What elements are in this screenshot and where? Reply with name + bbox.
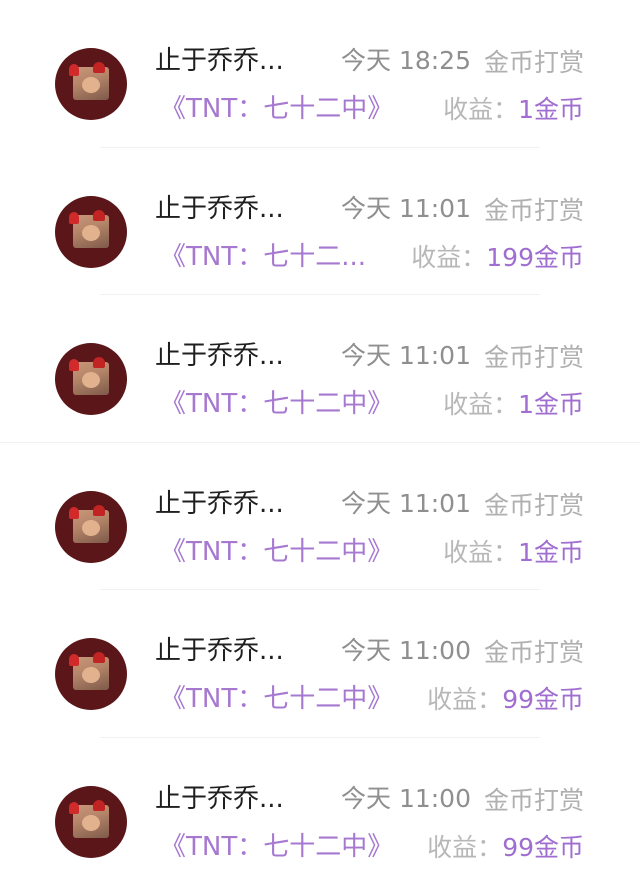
earnings-value: 1金币 bbox=[518, 95, 584, 124]
reward-type: 金币打赏 bbox=[484, 194, 584, 228]
user-name[interactable]: 止于乔乔... bbox=[155, 782, 284, 816]
avatar-hat-right bbox=[93, 357, 105, 368]
avatar-face bbox=[82, 520, 100, 536]
avatar-face bbox=[82, 77, 100, 93]
earnings-label: 收益： bbox=[443, 95, 518, 124]
list-item[interactable]: 止于乔乔... 今天 11:00 金币打赏 《TNT：七十二中》 收益：99金币 bbox=[0, 738, 640, 885]
earnings-value: 99金币 bbox=[502, 833, 584, 862]
timestamp: 今天 18:25 bbox=[341, 44, 471, 78]
list-item[interactable]: 止于乔乔... 今天 18:25 金币打赏 《TNT：七十二中》 收益：1金币 bbox=[0, 0, 640, 148]
avatar[interactable] bbox=[55, 196, 127, 268]
avatar-hat-right bbox=[93, 62, 105, 73]
list-item[interactable]: 止于乔乔... 今天 11:01 金币打赏 《TNT：七十二中》 收益：1金币 bbox=[0, 295, 640, 443]
earnings: 收益：1金币 bbox=[443, 387, 584, 423]
user-name[interactable]: 止于乔乔... bbox=[155, 487, 284, 521]
earnings-value: 199金币 bbox=[486, 243, 584, 272]
book-title-link[interactable]: 《TNT：七十二中》 bbox=[160, 534, 393, 570]
timestamp: 今天 11:00 bbox=[341, 634, 471, 668]
list-item[interactable]: 止于乔乔... 今天 11:00 金币打赏 《TNT：七十二中》 收益：99金币 bbox=[0, 590, 640, 738]
reward-type: 金币打赏 bbox=[484, 784, 584, 818]
reward-record-list: 止于乔乔... 今天 18:25 金币打赏 《TNT：七十二中》 收益：1金币 … bbox=[0, 0, 640, 885]
earnings-label: 收益： bbox=[427, 685, 502, 714]
avatar[interactable] bbox=[55, 638, 127, 710]
avatar-face bbox=[82, 667, 100, 683]
book-title-link[interactable]: 《TNT：七十二中》 bbox=[160, 681, 393, 717]
book-title-link[interactable]: 《TNT：七十二中》 bbox=[160, 829, 393, 865]
timestamp: 今天 11:01 bbox=[341, 192, 471, 226]
avatar[interactable] bbox=[55, 786, 127, 858]
user-name[interactable]: 止于乔乔... bbox=[155, 339, 284, 373]
avatar-hat-right bbox=[93, 800, 105, 811]
earnings: 收益：99金币 bbox=[427, 830, 584, 866]
timestamp: 今天 11:01 bbox=[341, 339, 471, 373]
avatar-face bbox=[82, 815, 100, 831]
reward-type: 金币打赏 bbox=[484, 46, 584, 80]
earnings: 收益：99金币 bbox=[427, 682, 584, 718]
earnings-label: 收益： bbox=[443, 390, 518, 419]
avatar-hat-left bbox=[69, 64, 79, 76]
reward-type: 金币打赏 bbox=[484, 341, 584, 375]
user-name[interactable]: 止于乔乔... bbox=[155, 192, 284, 226]
book-title-link[interactable]: 《TNT：七十二中》 bbox=[160, 91, 393, 127]
earnings-value: 1金币 bbox=[518, 390, 584, 419]
earnings-label: 收益： bbox=[443, 538, 518, 567]
list-item[interactable]: 止于乔乔... 今天 11:01 金币打赏 《TNT：七十二中》 收益：1金币 bbox=[0, 443, 640, 591]
timestamp: 今天 11:00 bbox=[341, 782, 471, 816]
reward-type: 金币打赏 bbox=[484, 489, 584, 523]
avatar-hat-left bbox=[69, 802, 79, 814]
earnings-label: 收益： bbox=[427, 833, 502, 862]
timestamp: 今天 11:01 bbox=[341, 487, 471, 521]
earnings: 收益：1金币 bbox=[443, 92, 584, 128]
book-title-link[interactable]: 《TNT：七十二中》 bbox=[160, 386, 393, 422]
avatar-hat-right bbox=[93, 210, 105, 221]
avatar-hat-left bbox=[69, 212, 79, 224]
avatar[interactable] bbox=[55, 343, 127, 415]
book-title-link[interactable]: 《TNT：七十二... bbox=[160, 239, 366, 275]
avatar[interactable] bbox=[55, 491, 127, 563]
avatar-face bbox=[82, 225, 100, 241]
avatar-hat-right bbox=[93, 652, 105, 663]
earnings-label: 收益： bbox=[411, 243, 486, 272]
avatar-hat-right bbox=[93, 505, 105, 516]
earnings: 收益：1金币 bbox=[443, 535, 584, 571]
avatar-face bbox=[82, 372, 100, 388]
list-item[interactable]: 止于乔乔... 今天 11:01 金币打赏 《TNT：七十二... 收益：199… bbox=[0, 148, 640, 296]
earnings-value: 1金币 bbox=[518, 538, 584, 567]
avatar-hat-left bbox=[69, 654, 79, 666]
avatar-hat-left bbox=[69, 359, 79, 371]
user-name[interactable]: 止于乔乔... bbox=[155, 634, 284, 668]
avatar[interactable] bbox=[55, 48, 127, 120]
user-name[interactable]: 止于乔乔... bbox=[155, 44, 284, 78]
avatar-hat-left bbox=[69, 507, 79, 519]
reward-type: 金币打赏 bbox=[484, 636, 584, 670]
earnings: 收益：199金币 bbox=[411, 240, 584, 276]
earnings-value: 99金币 bbox=[502, 685, 584, 714]
